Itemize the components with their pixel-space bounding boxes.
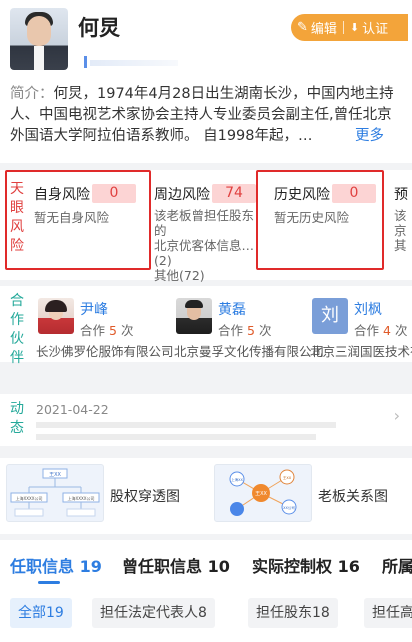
pin-icon: ⬇ — [349, 21, 360, 34]
equity-graph-thumbnail: 王XX 上海XXXX公司 上海XXXX公司 — [6, 464, 104, 522]
dynamics-text-line — [36, 434, 316, 440]
partner-count: 合作 5 次 — [218, 323, 272, 338]
profile-header: 何炅 ✎ 编辑 ⬇ 认证 简介：何炅，1974年4月28日出生湖南长沙，中国内地… — [0, 0, 412, 163]
tab-past-positions[interactable]: 曾任职信息 10 — [122, 553, 230, 577]
equity-left-node: 上海XXXX公司 — [16, 495, 43, 501]
tab-control[interactable]: 实际控制权 16 — [252, 553, 360, 577]
partner-avatar — [176, 298, 212, 334]
partner-name: 黄磊 — [218, 302, 246, 318]
risk-warning[interactable]: 预 该京其 — [394, 170, 412, 266]
risk-history-desc: 暂无历史风险 — [274, 210, 350, 225]
tab-bar: 任职信息 19 曾任职信息 10 实际控制权 16 所属 — [0, 540, 412, 590]
risk-surrounding-desc-3: 其他(72) — [154, 268, 205, 283]
relation-node: 上海XX — [231, 477, 243, 482]
graphs-section: 王XX 上海XXXX公司 上海XXXX公司 股权穿透图 王XX 上海XX 王XX… — [0, 458, 412, 534]
partner-avatar: 刘 — [312, 298, 348, 334]
risk-surrounding-desc-1: 该老板曾担任股东的 — [154, 208, 255, 238]
dynamics-date: 2021-04-22 — [36, 402, 109, 417]
dynamics-side-label: 动态 — [10, 401, 24, 436]
filter-chips: 全部19 担任法定代表人8 担任股东18 担任高 — [0, 590, 412, 642]
intro-more-link[interactable]: 更多 — [355, 126, 384, 147]
partner-name: 尹峰 — [80, 302, 108, 318]
risk-self-desc: 暂无自身风险 — [34, 210, 110, 225]
risk-warning-title: 预 — [394, 187, 408, 203]
risk-section: 天眼风险 自身风险 0 暂无自身风险 周边风险 74 该老板曾担任股东的 北京优… — [0, 170, 412, 283]
partner-count: 合作 4 次 — [354, 323, 408, 338]
active-tab-indicator — [38, 581, 60, 584]
partners-side-label: 合作伙伴 — [10, 293, 24, 366]
chip-all[interactable]: 全部19 — [10, 598, 72, 628]
partner-card[interactable]: 刘 刘枫 合作 4 次 北京三润国医技术有 — [306, 292, 412, 358]
claim-button[interactable]: ⬇ 认证 — [344, 14, 394, 41]
person-name: 何炅 — [78, 16, 120, 40]
chip-executive[interactable]: 担任高 — [364, 598, 412, 628]
tab-affiliated[interactable]: 所属 — [382, 553, 412, 577]
dynamics-text-line — [36, 422, 336, 428]
intro-label: 简介： — [10, 86, 54, 102]
risk-self-count: 0 — [92, 184, 136, 203]
risk-history-title: 历史风险 — [274, 187, 330, 203]
intro-body: 何炅，1974年4月28日出生湖南长沙，中国内地主持人、中国电视艺术家协会主持人… — [10, 86, 394, 144]
equity-graph-label: 股权穿透图 — [110, 489, 180, 505]
edit-button[interactable]: ✎ 编辑 — [291, 14, 343, 41]
relation-graph-card[interactable]: 王XX 上海XX 王XX XX公司 老板关系图 — [206, 458, 412, 534]
person-tag — [80, 54, 180, 72]
risk-self[interactable]: 自身风险 0 暂无自身风险 — [34, 170, 144, 266]
chip-shareholder[interactable]: 担任股东18 — [248, 598, 338, 628]
dynamics-section[interactable]: 动态 2021-04-22 › — [0, 394, 412, 446]
claim-label: 认证 — [362, 22, 389, 37]
equity-graph-card[interactable]: 王XX 上海XXXX公司 上海XXXX公司 股权穿透图 — [0, 458, 206, 534]
risk-self-title: 自身风险 — [34, 187, 90, 203]
risk-surrounding-desc-2: 北京优客体信息…(2) — [154, 238, 255, 268]
partner-card[interactable]: 尹峰 合作 5 次 长沙佛罗伦服饰有限公司 — [32, 292, 174, 359]
pencil-icon: ✎ — [297, 20, 308, 35]
risk-surrounding-title: 周边风险 — [154, 187, 210, 203]
partner-company: 北京曼孚文化传播有限公司 — [174, 344, 325, 359]
partner-count: 合作 5 次 — [80, 323, 134, 338]
equity-root-node: 王XX — [49, 472, 61, 478]
header-actions: ✎ 编辑 ⬇ 认证 — [291, 14, 408, 41]
risk-side-label: 天眼风险 — [10, 181, 24, 254]
chip-legal-rep[interactable]: 担任法定代表人8 — [92, 598, 215, 628]
risk-history-count: 0 — [332, 184, 376, 203]
risk-surrounding-count: 74 — [212, 184, 256, 203]
partner-card[interactable]: 黄磊 合作 5 次 北京曼孚文化传播有限公司 — [170, 292, 324, 359]
partner-name: 刘枫 — [354, 302, 382, 318]
risk-history[interactable]: 历史风险 0 暂无历史风险 — [274, 170, 378, 266]
tab-current-positions[interactable]: 任职信息 19 — [10, 553, 102, 577]
equity-right-node: 上海XXXX公司 — [68, 495, 95, 501]
chevron-right-icon: › — [393, 406, 400, 425]
risk-surrounding[interactable]: 周边风险 74 该老板曾担任股东的 北京优客体信息…(2) 其他(72) — [154, 170, 258, 283]
partner-company: 长沙佛罗伦服饰有限公司 — [36, 344, 174, 359]
relation-node: XX公司 — [283, 505, 295, 510]
relation-graph-thumbnail: 王XX 上海XX 王XX XX公司 — [214, 464, 312, 522]
relation-node: 王XX — [283, 476, 292, 480]
partner-avatar — [38, 298, 74, 334]
partner-company: 北京三润国医技术有 — [310, 344, 412, 358]
intro-text: 简介：何炅，1974年4月28日出生湖南长沙，中国内地主持人、中国电视艺术家协会… — [10, 84, 404, 147]
person-avatar[interactable] — [10, 8, 68, 70]
relation-center-node: 王XX — [255, 491, 267, 497]
edit-label: 编辑 — [310, 22, 337, 37]
partners-section: 合作伙伴 尹峰 合作 5 次 长沙佛罗伦服饰有限公司 黄磊 合作 5 次 北京曼… — [0, 286, 412, 366]
relation-graph-label: 老板关系图 — [318, 489, 388, 505]
